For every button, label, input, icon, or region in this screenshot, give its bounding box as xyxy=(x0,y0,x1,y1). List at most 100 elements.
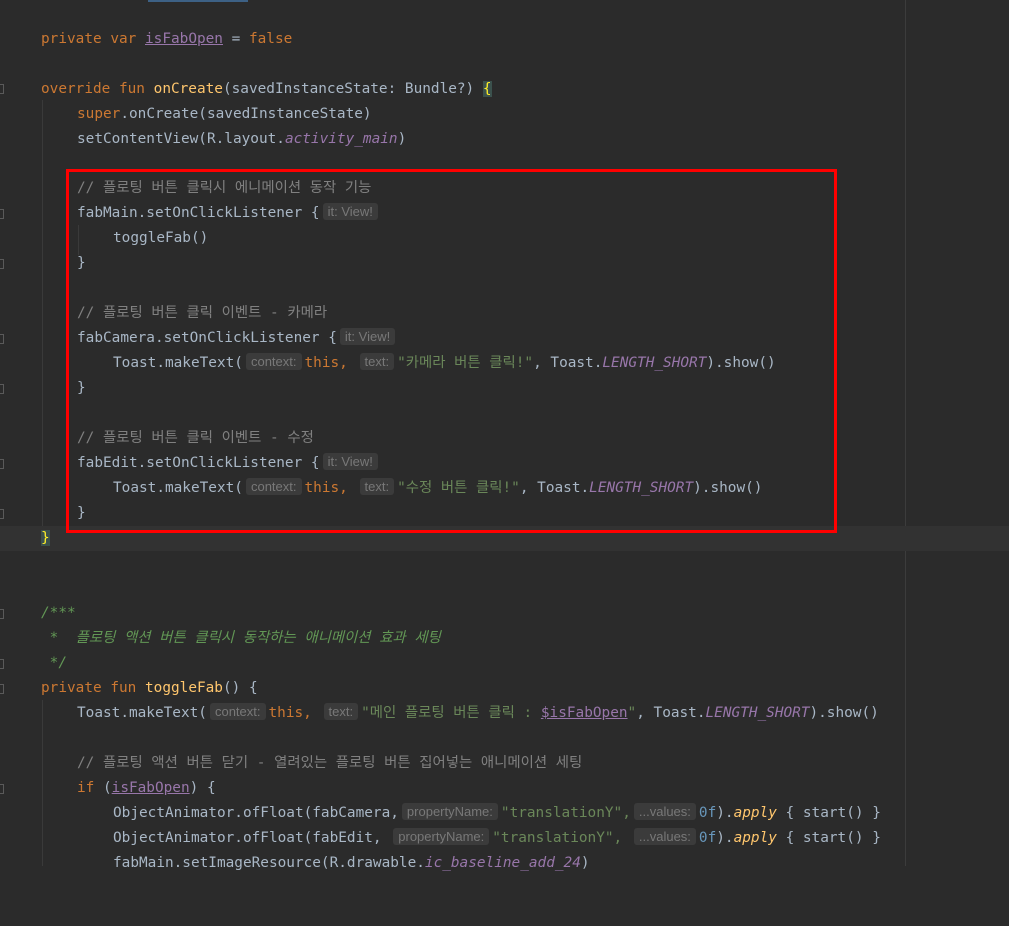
string-literal: "translationY", xyxy=(500,805,631,821)
doc-comment: /*** xyxy=(41,605,76,621)
keyword: private xyxy=(41,31,102,47)
inlay-hint: propertyName: xyxy=(393,828,490,845)
inlay-hint: propertyName: xyxy=(401,803,498,820)
code-line[interactable]: ObjectAnimator.ofFloat(fabEdit, property… xyxy=(0,826,1009,851)
call: toggleFab() xyxy=(113,230,209,246)
paren: ) xyxy=(397,131,407,147)
code-line[interactable]: fabMain.setImageResource(R.drawable.ic_b… xyxy=(0,851,1009,876)
code-line[interactable]: Toast.makeText(context: this, text: "수정 버튼… xyxy=(0,476,1009,501)
code-line[interactable]: ObjectAnimator.ofFloat(fabCamera, propert… xyxy=(0,801,1009,826)
call: fabMain.setOnClickListener { xyxy=(77,205,320,221)
brace: } xyxy=(77,255,86,271)
code-line[interactable]: fabMain.setOnClickListener {it: View! xyxy=(0,201,1009,226)
keyword: this, xyxy=(268,705,312,721)
lambda: { start() } xyxy=(776,830,881,846)
paren: ( xyxy=(94,780,112,796)
matched-brace: } xyxy=(41,530,50,546)
inlay-hint: text: xyxy=(323,703,359,720)
call: ). xyxy=(716,805,734,821)
comment: // 플로팅 버튼 클릭시 에니메이션 동작 기능 xyxy=(77,180,372,196)
paren: ) xyxy=(580,855,590,871)
literal: false xyxy=(248,31,293,47)
code-line[interactable]: } xyxy=(0,251,1009,276)
code-line[interactable]: Toast.makeText(context: this, text: "메인 플로… xyxy=(0,701,1009,726)
inlay-hint: text: xyxy=(359,353,395,370)
keyword: if xyxy=(77,780,95,796)
code-line[interactable]: if (isFabOpen) { xyxy=(0,776,1009,801)
code-line[interactable]: // 플로팅 버튼 클릭 이벤트 - 수정 xyxy=(0,426,1009,451)
comment: // 플로팅 버튼 클릭 이벤트 - 수정 xyxy=(77,430,314,446)
call: , Toast. xyxy=(636,705,706,721)
inlay-hint: context: xyxy=(245,478,302,495)
drawable-ref: ic_baseline_add_24 xyxy=(424,855,581,871)
code-line[interactable]: setContentView(R.layout.activity_main) xyxy=(0,127,1009,152)
call: ).show() xyxy=(706,355,776,371)
code-line[interactable]: // 플로팅 버튼 클릭 이벤트 - 카메라 xyxy=(0,301,1009,326)
call: ).show() xyxy=(693,480,763,496)
call: .onCreate(savedInstanceState) xyxy=(120,106,372,122)
function-name: onCreate xyxy=(153,81,223,97)
params: (savedInstanceState: Bundle?) xyxy=(222,81,483,97)
call: ). xyxy=(716,830,734,846)
constant: LENGTH_SHORT xyxy=(602,355,707,371)
code-line[interactable]: */ xyxy=(0,651,1009,676)
template-variable: $isFabOpen xyxy=(540,705,628,721)
lambda: { start() } xyxy=(776,805,881,821)
code-line[interactable]: } xyxy=(0,501,1009,526)
string-literal: "translationY", xyxy=(492,830,623,846)
string-literal: "메인 플로팅 버튼 클릭 : xyxy=(361,705,541,721)
code-line[interactable]: super.onCreate(savedInstanceState) xyxy=(0,102,1009,127)
inlay-hint: ...values: xyxy=(633,803,696,820)
code-line[interactable]: /*** xyxy=(0,601,1009,626)
call: fabEdit.setOnClickListener { xyxy=(77,455,320,471)
constant: LENGTH_SHORT xyxy=(705,705,810,721)
layout-ref: activity_main xyxy=(284,131,398,147)
keyword: fun xyxy=(110,680,137,696)
code-line[interactable]: fabCamera.setOnClickListener {it: View! xyxy=(0,326,1009,351)
inlay-hint: it: View! xyxy=(322,453,378,470)
number-literal: 0f xyxy=(698,830,717,846)
number-literal: 0f xyxy=(698,805,717,821)
keyword: this, xyxy=(304,355,348,371)
call: ).show() xyxy=(809,705,879,721)
function-name: toggleFab xyxy=(145,680,223,696)
code-line[interactable]: // 플로팅 액션 버튼 닫기 - 열려있는 플로팅 버튼 집어넣는 애니메이션… xyxy=(0,751,1009,776)
keyword: override xyxy=(41,81,111,97)
keyword: private xyxy=(41,680,102,696)
operator: = xyxy=(222,31,249,47)
inlay-hint: text: xyxy=(359,478,395,495)
string-literal: "카메라 버튼 클릭!" xyxy=(397,355,534,371)
code-line[interactable]: Toast.makeText(context: this, text: "카메라 버… xyxy=(0,351,1009,376)
comment: // 플로팅 액션 버튼 닫기 - 열려있는 플로팅 버튼 집어넣는 애니메이션… xyxy=(77,755,583,771)
code-line[interactable]: // 플로팅 버튼 클릭시 에니메이션 동작 기능 xyxy=(0,176,1009,201)
paren: ) { xyxy=(189,780,216,796)
scope-function: apply xyxy=(733,830,777,846)
code-line-current[interactable]: } xyxy=(0,526,1009,551)
call: Toast.makeText( xyxy=(113,480,243,496)
doc-comment: */ xyxy=(41,655,67,671)
call: ObjectAnimator.ofFloat(fabCamera, xyxy=(113,805,399,821)
call: fabMain.setImageResource(R.drawable. xyxy=(113,855,425,871)
code-line[interactable]: * 플로팅 액션 버튼 클릭시 동작하는 애니메이션 효과 세팅 xyxy=(0,626,1009,651)
code-line[interactable]: toggleFab() xyxy=(0,226,1009,251)
scope-function: apply xyxy=(733,805,777,821)
call: setContentView(R.layout. xyxy=(77,131,285,147)
keyword: fun xyxy=(118,81,145,97)
code-editor[interactable]: private var isFabOpen = false override f… xyxy=(0,0,1009,871)
code-line[interactable]: } xyxy=(0,376,1009,401)
constant: LENGTH_SHORT xyxy=(589,480,694,496)
code-line[interactable]: private fun toggleFab() { xyxy=(0,676,1009,701)
comment: // 플로팅 버튼 클릭 이벤트 - 카메라 xyxy=(77,305,328,321)
code-line[interactable]: fabEdit.setOnClickListener {it: View! xyxy=(0,451,1009,476)
inlay-hint: it: View! xyxy=(339,328,396,345)
inlay-hint: it: View! xyxy=(322,203,378,220)
inlay-hint: context: xyxy=(245,353,302,370)
scroll-highlight-marker xyxy=(148,0,248,2)
keyword: this, xyxy=(304,480,348,496)
doc-comment: * 플로팅 액션 버튼 클릭시 동작하는 애니메이션 효과 세팅 xyxy=(41,630,441,646)
inlay-hint: ...values: xyxy=(633,828,696,845)
code-line[interactable]: private var isFabOpen = false xyxy=(0,27,1009,52)
code-line[interactable]: override fun onCreate(savedInstanceState… xyxy=(0,77,1009,102)
call: Toast.makeText( xyxy=(113,355,243,371)
brace: } xyxy=(77,505,86,521)
